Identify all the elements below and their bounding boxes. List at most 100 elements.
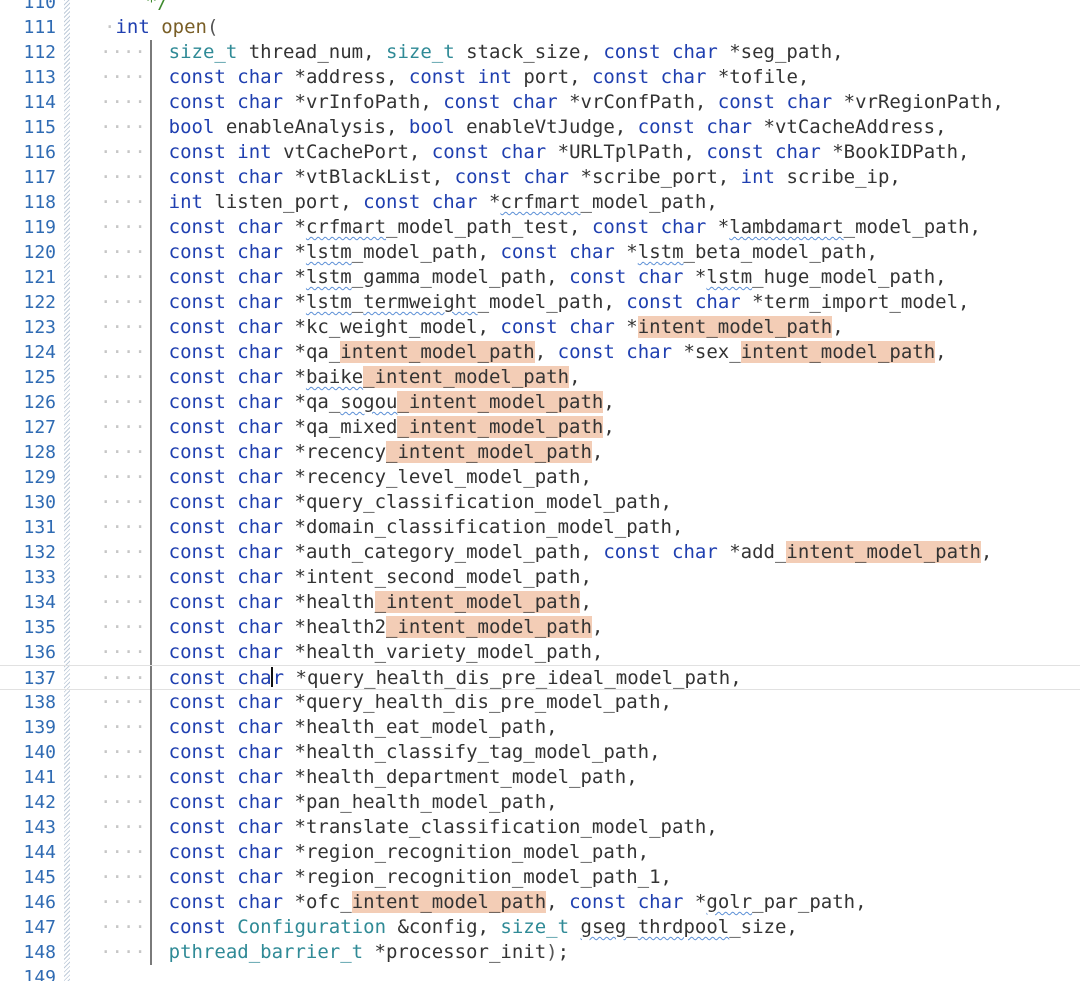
line-number: 135: [23, 617, 56, 638]
line-number: 144: [23, 842, 56, 863]
line-number: 115: [23, 117, 56, 138]
whitespace-marker: ····: [100, 291, 169, 313]
code-token: const: [168, 866, 226, 888]
code-line[interactable]: 148 ···· pthread_barrier_t *processor_ini…: [0, 940, 1080, 965]
code-token: *auth_category_model_path,: [283, 541, 604, 563]
code-line[interactable]: 141 ···· const char *health_department_mo…: [0, 765, 1080, 790]
code-token: ,: [980, 541, 993, 563]
code-line[interactable]: 142 ···· const char *pan_health_model_pat…: [0, 790, 1080, 815]
code-line[interactable]: 112 ···· size_t thread_num, size_t stack_…: [0, 40, 1080, 65]
whitespace-marker: ····: [100, 166, 169, 188]
line-code: ···· const char *lstm_termweight_model_p…: [100, 290, 969, 315]
code-line[interactable]: 132 ···· const char *auth_category_model_…: [0, 540, 1080, 565]
code-token: char: [237, 391, 284, 413]
code-line[interactable]: 118 ···· int listen_port, const char *crf…: [0, 190, 1080, 215]
code-token: *: [283, 291, 306, 313]
code-token: const: [168, 141, 226, 163]
code-token: int: [477, 66, 512, 88]
code-line[interactable]: 124 ···· const char *qa_intent_model_path…: [0, 340, 1080, 365]
code-token: listen_port,: [202, 191, 364, 213]
code-token: _model_path,: [477, 291, 627, 313]
code-token: (: [207, 16, 219, 38]
code-line[interactable]: 134 ···· const char *health_intent_model_…: [0, 590, 1080, 615]
code-line[interactable]: 147 ···· const Configuration &config, siz…: [0, 915, 1080, 940]
code-token: const: [168, 91, 226, 113]
code-line[interactable]: 117 ···· const char *vtBlackList, const c…: [0, 165, 1080, 190]
code-token: char: [511, 91, 558, 113]
line-number: 133: [23, 567, 56, 588]
code-line[interactable]: 128 ···· const char *recency_intent_model…: [0, 440, 1080, 465]
code-line[interactable]: 119 ···· const char *crfmart_model_path_t…: [0, 215, 1080, 240]
code-line[interactable]: 123 ···· const char *kc_weight_model, con…: [0, 315, 1080, 340]
whitespace-marker: ····: [100, 591, 169, 613]
whitespace-marker: ····: [100, 541, 169, 563]
code-token: int: [168, 191, 203, 213]
code-line[interactable]: 131 ···· const char *domain_classificatio…: [0, 515, 1080, 540]
code-line[interactable]: 129 ···· const char *recency_level_model_…: [0, 465, 1080, 490]
code-token: Configuration: [237, 916, 387, 938]
line-code: ···· const char *region_recognition_mode…: [100, 865, 672, 890]
code-token: const: [454, 166, 512, 188]
code-token: char: [637, 266, 684, 288]
line-code: ···· int listen_port, const char *crfmar…: [100, 190, 718, 215]
code-line[interactable]: 140 ···· const char *health_classify_tag_…: [0, 740, 1080, 765]
code-line[interactable]: 139 ···· const char *health_eat_model_pat…: [0, 715, 1080, 740]
code-line[interactable]: 144 ···· const char *region_recognition_m…: [0, 840, 1080, 865]
code-line[interactable]: 116 ···· const int vtCachePort, const cha…: [0, 140, 1080, 165]
code-token: *intent_second_model_path,: [283, 566, 592, 588]
code-line[interactable]: 122 ···· const char *lstm_termweight_mode…: [0, 290, 1080, 315]
line-code: ···· const char *lstm_gamma_model_path, …: [100, 265, 947, 290]
code-token: size_t: [386, 41, 455, 63]
code-line[interactable]: 111 ·int open(: [0, 15, 1080, 40]
code-line[interactable]: 120 ···· const char *lstm_model_path, con…: [0, 240, 1080, 265]
line-number: 145: [23, 867, 56, 888]
code-token: char: [660, 216, 707, 238]
code-line[interactable]: 149: [0, 965, 1080, 981]
code-line[interactable]: 121 ···· const char *lstm_gamma_model_pat…: [0, 265, 1080, 290]
code-token: char: [237, 491, 284, 513]
line-code: ···· const char *health_classify_tag_mod…: [100, 740, 661, 765]
code-line[interactable]: 136 ···· const char *health_variety_model…: [0, 640, 1080, 665]
code-token: *ofc_: [283, 891, 352, 913]
code-editor[interactable]: 110 */111 ·int open(112 ···· size_t thread…: [0, 0, 1080, 981]
code-token: *vtBlackList,: [283, 166, 455, 188]
code-line[interactable]: 138 ···· const char *query_health_dis_pre…: [0, 690, 1080, 715]
code-line[interactable]: 130 ···· const char *query_classification…: [0, 490, 1080, 515]
code-token: *translate_classification_model_path,: [283, 816, 718, 838]
spelling-squiggle: termweight: [363, 291, 478, 313]
spelling-squiggle: lambdamart: [729, 216, 844, 238]
code-line[interactable]: 145 ···· const char *region_recognition_m…: [0, 865, 1080, 890]
line-code: ···· const char *vtBlackList, const char…: [100, 165, 901, 190]
code-token: bool: [408, 116, 455, 138]
code-line[interactable]: 125 ···· const char *baike_intent_model_p…: [0, 365, 1080, 390]
line-number: 122: [23, 292, 56, 313]
code-line[interactable]: 137 ···· const char *query_health_dis_pre…: [0, 665, 1080, 691]
code-token: const: [168, 516, 226, 538]
code-line[interactable]: 135 ···· const char *health2_intent_model…: [0, 615, 1080, 640]
whitespace-marker: ····: [100, 916, 169, 938]
code-token: *pan_health_model_path,: [283, 791, 558, 813]
code-line[interactable]: 113 ···· const char *address, const int p…: [0, 65, 1080, 90]
code-line[interactable]: 110 */: [0, 0, 1080, 15]
code-token: char: [672, 541, 718, 563]
code-token: const: [168, 491, 226, 513]
code-line[interactable]: 146 ···· const char *ofc_intent_model_pat…: [0, 890, 1080, 915]
line-code: ···· const char *health_variety_model_pa…: [100, 640, 603, 665]
code-line[interactable]: 133 ···· const char *intent_second_model_…: [0, 565, 1080, 590]
code-token: int: [115, 16, 150, 38]
code-line[interactable]: 126 ···· const char *qa_sogou_intent_mode…: [0, 390, 1080, 415]
code-token: const: [168, 441, 226, 463]
whitespace-marker: ····: [100, 691, 169, 713]
code-line[interactable]: 143 ···· const char *translate_classifica…: [0, 815, 1080, 840]
code-line[interactable]: 127 ···· const char *qa_mixed_intent_mode…: [0, 415, 1080, 440]
code-line[interactable]: 115 ···· bool enableAnalysis, bool enable…: [0, 115, 1080, 140]
spelling-squiggle: lstm: [305, 291, 352, 313]
code-line[interactable]: 114 ···· const char *vrInfoPath, const ch…: [0, 90, 1080, 115]
